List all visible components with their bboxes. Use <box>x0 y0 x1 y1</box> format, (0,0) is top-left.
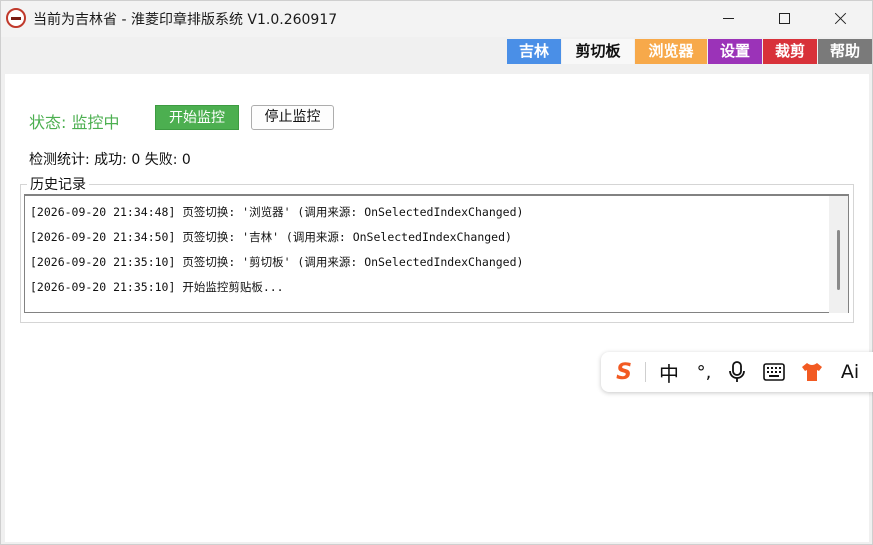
log-scrollbar[interactable] <box>829 196 848 313</box>
tab-crop[interactable]: 裁剪 <box>763 39 817 64</box>
log-entry: [2026-09-20 21:34:48] 页签切换: '浏览器' (调用来源:… <box>30 205 524 219</box>
log-entry: [2026-09-20 21:35:10] 页签切换: '剪切板' (调用来源:… <box>30 255 524 269</box>
tab-browser[interactable]: 浏览器 <box>635 39 707 64</box>
minimize-button[interactable] <box>703 1 753 35</box>
keyboard-icon[interactable] <box>760 358 788 386</box>
maximize-button[interactable] <box>759 1 809 35</box>
stop-monitor-button[interactable]: 停止监控 <box>251 105 334 130</box>
tab-help[interactable]: 帮助 <box>818 39 872 64</box>
tab-clipboard[interactable]: 剪切板 <box>562 39 634 64</box>
tab-jilin[interactable]: 吉林 <box>507 39 561 64</box>
close-button[interactable] <box>815 1 865 35</box>
log-entry: [2026-09-20 21:35:10] 开始监控剪贴板... <box>30 280 284 294</box>
ime-punctuation-toggle[interactable]: °, <box>690 358 718 386</box>
tab-menu: 吉林 剪切板 浏览器 设置 裁剪 帮助 <box>1 38 872 64</box>
skin-shirt-icon[interactable] <box>798 358 826 386</box>
history-log[interactable]: [2026-09-20 21:34:48] 页签切换: '浏览器' (调用来源:… <box>24 194 849 313</box>
sogou-logo-icon[interactable]: S <box>610 358 638 386</box>
ime-chinese-mode[interactable]: 中 <box>655 358 683 386</box>
history-group: 历史记录 [2026-09-20 21:34:48] 页签切换: '浏览器' (… <box>20 174 854 323</box>
scrollbar-thumb[interactable] <box>837 230 840 290</box>
title-bar[interactable]: 当前为吉林省 - 淮菱印章排版系统 V1.0.260917 <box>1 1 872 37</box>
tab-settings[interactable]: 设置 <box>708 39 762 64</box>
app-logo-icon <box>6 8 26 28</box>
detection-stats: 检测统计: 成功: 0 失败: 0 <box>29 152 191 168</box>
maximize-icon <box>778 12 790 24</box>
ime-toolbar: S 中 °, Ai <box>601 352 873 392</box>
monitor-status: 状态: 监控中 <box>29 113 120 132</box>
minimize-icon <box>722 17 734 19</box>
clipboard-panel: 状态: 监控中 开始监控 停止监控 检测统计: 成功: 0 失败: 0 历史记录… <box>5 74 869 542</box>
history-title: 历史记录 <box>27 174 89 194</box>
ime-ai-assistant[interactable]: Ai <box>836 358 864 386</box>
close-icon <box>834 12 847 25</box>
start-monitor-button[interactable]: 开始监控 <box>155 105 239 130</box>
window-title: 当前为吉林省 - 淮菱印章排版系统 V1.0.260917 <box>33 12 338 28</box>
log-entry: [2026-09-20 21:34:50] 页签切换: '吉林' (调用来源: … <box>30 230 512 244</box>
ime-divider <box>645 362 646 382</box>
app-window: 当前为吉林省 - 淮菱印章排版系统 V1.0.260917 吉林 剪切板 浏览器… <box>0 0 873 545</box>
microphone-icon[interactable] <box>723 358 751 386</box>
